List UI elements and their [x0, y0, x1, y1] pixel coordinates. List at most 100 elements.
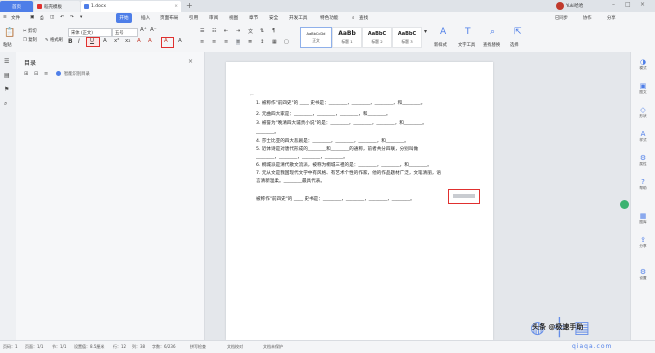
- find-replace-icon[interactable]: ⌕: [490, 27, 495, 37]
- strikethrough-icon[interactable]: A: [103, 38, 107, 44]
- select-label[interactable]: 选择: [510, 42, 519, 48]
- cut-button[interactable]: ✂ 剪切: [23, 28, 37, 34]
- doc-line[interactable]: ________，________，________，________。: [256, 154, 481, 160]
- menu-security[interactable]: 安全: [269, 15, 278, 21]
- doc-line[interactable]: 7. 元从文是我国现代文学中有风格、有艺术个性的作家，他的作品题材广泛，文笔清丽…: [256, 170, 481, 176]
- menu-review[interactable]: 审阅: [209, 15, 218, 21]
- outdent-icon[interactable]: ⇤: [224, 28, 228, 34]
- menu-file[interactable]: 文件: [11, 15, 20, 21]
- collapse-icon[interactable]: ⊞: [24, 71, 28, 77]
- preview-icon[interactable]: ◫: [50, 15, 54, 20]
- user-name[interactable]: Yuki哈哈: [566, 3, 583, 9]
- doc-line[interactable]: 1. 被称作"前四史"的 ____ 史书是：________，________，…: [256, 100, 481, 106]
- align-center-icon[interactable]: ≡: [212, 39, 216, 45]
- subscript-icon[interactable]: x₂: [125, 38, 130, 44]
- bullets-icon[interactable]: ☰: [200, 28, 204, 34]
- style-heading1[interactable]: AaBb 标题 1: [332, 27, 362, 48]
- sidebar-share[interactable]: ⇪ 分享: [637, 236, 649, 249]
- highlight-icon[interactable]: A: [137, 38, 141, 44]
- save-icon[interactable]: ▣: [30, 15, 34, 20]
- sidebar-style[interactable]: A 样式: [637, 130, 649, 143]
- tab-document[interactable]: 1.docx ×: [81, 1, 181, 12]
- justify-icon[interactable]: ≡: [236, 39, 241, 45]
- paste-label[interactable]: 粘贴: [3, 42, 12, 48]
- search-doc-icon[interactable]: ⌕: [4, 100, 7, 108]
- indent-icon[interactable]: ⇥: [236, 28, 240, 34]
- collab-button[interactable]: 协作: [583, 15, 592, 21]
- doc-line[interactable]: 6. 桐城派是清代散文流派，被称为桐城三祖的是：________，_______…: [256, 162, 481, 168]
- search-icon[interactable]: ⌕: [352, 15, 355, 21]
- hamburger-icon[interactable]: ≡: [3, 15, 7, 20]
- doc-check-button[interactable]: 文档校对: [227, 344, 243, 350]
- selection-highlight[interactable]: [448, 189, 480, 204]
- underline-button[interactable]: U: [86, 37, 100, 47]
- sidebar-properties[interactable]: ⚙ 属性: [637, 154, 649, 167]
- bold-icon[interactable]: B: [68, 38, 73, 45]
- select-icon[interactable]: ⇱: [514, 27, 522, 37]
- maximize-icon[interactable]: □: [625, 1, 631, 8]
- font-color-icon[interactable]: A: [148, 38, 152, 44]
- font-size-select[interactable]: 五号: [112, 28, 138, 37]
- avatar[interactable]: [556, 2, 564, 10]
- smart-outline-link[interactable]: 智能识别目录: [64, 71, 90, 77]
- menu-insert[interactable]: 插入: [141, 15, 150, 21]
- doc-line[interactable]: ________。: [256, 129, 481, 135]
- assistant-bubble-icon[interactable]: [620, 200, 629, 209]
- align-right-icon[interactable]: ≡: [224, 39, 228, 45]
- char-border-icon[interactable]: A: [178, 38, 182, 44]
- paste-icon[interactable]: 📋: [4, 28, 15, 38]
- level-icon[interactable]: ≡: [44, 71, 48, 77]
- show-marks-icon[interactable]: ¶: [272, 28, 275, 34]
- outline-icon[interactable]: ☰: [4, 58, 9, 65]
- menu-find[interactable]: 查找: [359, 15, 368, 21]
- sidebar-settings[interactable]: ⚙ 设置: [637, 268, 649, 281]
- grow-font-icon[interactable]: A⁺: [140, 27, 147, 33]
- sidebar-mode[interactable]: ◑ 模式: [637, 58, 649, 71]
- shrink-font-icon[interactable]: A⁻: [150, 27, 157, 33]
- close-panel-icon[interactable]: ×: [188, 58, 193, 65]
- clear-format-button[interactable]: A: [161, 37, 174, 48]
- minimize-icon[interactable]: –: [612, 1, 615, 8]
- close-window-icon[interactable]: ×: [640, 1, 645, 8]
- borders-icon[interactable]: ▢: [284, 39, 289, 45]
- thumbnails-icon[interactable]: ▤: [4, 72, 10, 79]
- distribute-icon[interactable]: ≣: [248, 39, 252, 45]
- menu-chapter[interactable]: 章节: [249, 15, 258, 21]
- document-page[interactable]: 1. 被称作"前四史"的 ____ 史书是：________，________，…: [226, 62, 493, 340]
- superscript-icon[interactable]: x²: [114, 38, 119, 44]
- doc-line[interactable]: 3. 被誉为"晚清四大谴责小说"的是：________，________，___…: [256, 120, 481, 126]
- close-tab-icon[interactable]: ×: [174, 4, 178, 9]
- expand-icon[interactable]: ⊟: [34, 71, 38, 77]
- sidebar-help[interactable]: ? 帮助: [637, 178, 649, 191]
- add-tab-icon[interactable]: +: [186, 1, 193, 10]
- tab-home[interactable]: 首页: [0, 1, 33, 12]
- spell-check-toggle[interactable]: 拼写检查: [190, 344, 206, 350]
- print-icon[interactable]: ⎙: [40, 15, 44, 21]
- italic-icon[interactable]: I: [78, 38, 80, 45]
- status-words[interactable]: 字数：6/236: [152, 344, 176, 350]
- style-heading3[interactable]: AaBbC 标题 3: [392, 27, 422, 48]
- align-left-icon[interactable]: ≡: [200, 39, 204, 45]
- doc-line[interactable]: 5. 近体诗是对唐代形成的________和________的通称，前者共分四联…: [256, 146, 481, 152]
- doc-line[interactable]: 4. 莎士比亚的四大悲剧是：________，________，________…: [256, 138, 481, 144]
- menu-start[interactable]: 开始: [116, 13, 132, 23]
- tab-templates[interactable]: 稻壳模板: [34, 1, 80, 12]
- redo-icon[interactable]: ↷: [70, 15, 74, 20]
- bookmark-icon[interactable]: ⚑: [4, 86, 9, 93]
- text-tool-label[interactable]: 文字工具: [458, 42, 475, 48]
- doc-line[interactable]: 言清新温柔。________最具代表。: [256, 178, 481, 184]
- sync-status[interactable]: 已同步: [555, 15, 568, 21]
- sidebar-shape[interactable]: ◇ 形状: [637, 106, 649, 119]
- line-spacing-icon[interactable]: ↕: [260, 39, 264, 45]
- chinese-layout-icon[interactable]: 文: [248, 28, 253, 35]
- menu-view[interactable]: 视图: [229, 15, 238, 21]
- undo-icon[interactable]: ↶: [60, 15, 64, 20]
- more-icon[interactable]: ▾: [80, 15, 82, 20]
- menu-references[interactable]: 引用: [189, 15, 198, 21]
- menu-developer[interactable]: 开发工具: [289, 15, 307, 21]
- format-painter-button[interactable]: ✎ 格式刷: [45, 37, 63, 43]
- shading-icon[interactable]: ▦: [272, 39, 277, 45]
- sidebar-image[interactable]: ▣ 图文: [637, 82, 649, 95]
- styles-more-icon[interactable]: ▾: [424, 28, 427, 35]
- menu-layout[interactable]: 页面布局: [160, 15, 178, 21]
